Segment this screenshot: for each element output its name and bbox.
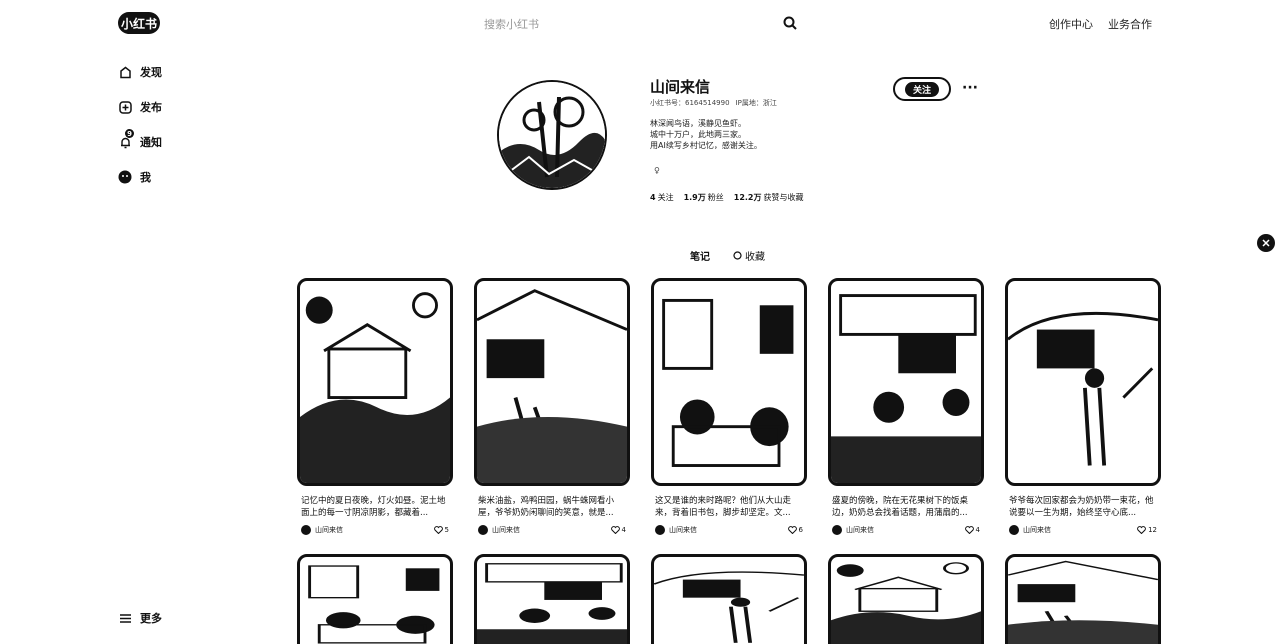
tab-notes[interactable]: 笔记 <box>690 248 710 263</box>
sidebar-item-notify[interactable]: 9 通知 <box>118 129 162 150</box>
like-button[interactable]: 4 <box>964 526 980 534</box>
note-author[interactable]: 山间来信 <box>301 525 343 535</box>
search-icon[interactable] <box>782 15 798 31</box>
sidebar-more-label: 更多 <box>140 612 162 625</box>
avatar-icon <box>118 170 132 184</box>
sidebar-item-publish[interactable]: 发布 <box>118 99 162 115</box>
note-card[interactable] <box>1005 554 1161 644</box>
plus-icon <box>118 100 132 114</box>
bio-line: 城中十万户，此地两三家。 <box>650 130 746 139</box>
author-avatar <box>301 525 311 535</box>
sidebar-item-label: 发布 <box>140 101 162 114</box>
sidebar-item-me[interactable]: 我 <box>118 169 151 185</box>
sidebar-item-discover[interactable]: 发现 <box>118 64 162 80</box>
profile-name: 山间来信 <box>650 78 711 96</box>
note-card[interactable] <box>651 554 807 644</box>
note-cover[interactable] <box>474 554 630 644</box>
heart-icon <box>433 526 443 534</box>
heart-icon <box>1137 526 1146 534</box>
note-cover[interactable] <box>297 554 453 644</box>
stat-following[interactable]: 4 关注 <box>650 192 674 203</box>
sidebar-item-label: 通知 <box>140 136 162 149</box>
search-box[interactable]: 搜索小红书 <box>466 8 806 38</box>
note-author[interactable]: 山间来信 <box>655 525 697 535</box>
bell-icon: 9 <box>118 129 134 149</box>
note-cover[interactable] <box>474 278 630 486</box>
note-card[interactable] <box>297 554 453 644</box>
stat-fans[interactable]: 1.9万 粉丝 <box>684 192 724 203</box>
search-placeholder[interactable]: 搜索小红书 <box>484 16 539 32</box>
like-button[interactable]: 6 <box>787 526 803 534</box>
author-avatar <box>1009 525 1019 535</box>
note-cover[interactable] <box>651 278 807 486</box>
discover-icon <box>118 65 132 79</box>
sidebar-more[interactable]: 更多 <box>118 610 162 626</box>
like-button[interactable]: 5 <box>433 526 449 534</box>
logo[interactable]: 小红书 <box>118 12 160 34</box>
sidebar-item-label: 发现 <box>140 66 162 79</box>
tab-collect[interactable]: 收藏 <box>733 248 765 263</box>
lock-icon <box>733 251 742 260</box>
note-cover[interactable] <box>828 278 984 486</box>
profile-meta: 小红书号：6164514990 IP属地：浙江 <box>650 98 777 108</box>
note-title[interactable]: 爷爷每次回家都会为奶奶带一束花，他说要以一生为期，始终坚守心底... <box>1005 495 1161 519</box>
profile-id: 小红书号：6164514990 <box>650 99 730 107</box>
note-cover[interactable] <box>828 554 984 644</box>
note-cover[interactable] <box>297 278 453 486</box>
note-title[interactable]: 柴米油盐，鸡鸭田园，蜗牛蛛网看小屋，爷爷奶奶闲聊间的笑意，就是... <box>474 495 630 519</box>
note-cover[interactable] <box>651 554 807 644</box>
like-button[interactable]: 12 <box>1137 526 1157 534</box>
more-options-button[interactable]: ··· <box>962 80 978 96</box>
notification-badge: 9 <box>125 129 134 138</box>
note-author[interactable]: 山间来信 <box>478 525 520 535</box>
author-avatar <box>478 525 488 535</box>
note-title[interactable]: 这又是谁的来时路呢？他们从大山走来，背着旧书包，脚步却坚定。文... <box>651 495 807 519</box>
gender-icon: ♀ <box>654 166 660 175</box>
profile-ip: IP属地：浙江 <box>735 99 777 107</box>
note-author[interactable]: 山间来信 <box>1009 525 1051 535</box>
note-card[interactable]: 这又是谁的来时路呢？他们从大山走来，背着旧书包，脚步却坚定。文... 山间来信 6 <box>651 278 807 535</box>
feedback-icon[interactable] <box>1257 234 1275 252</box>
note-title[interactable]: 盛夏的傍晚，院在无花果树下的饭桌边，奶奶总会找着话题，用蒲扇的... <box>828 495 984 519</box>
menu-icon <box>118 611 132 625</box>
note-cover[interactable] <box>1005 554 1161 644</box>
note-card[interactable] <box>474 554 630 644</box>
profile-bio: 林深闻鸟语，溪静见鱼虾。 城中十万户，此地两三家。 用AI续写乡村记忆，感谢关注… <box>650 118 762 151</box>
nav-creator-center[interactable]: 创作中心 <box>1049 16 1093 32</box>
like-button[interactable]: 4 <box>610 526 626 534</box>
bio-line: 林深闻鸟语，溪静见鱼虾。 <box>650 119 746 128</box>
note-card[interactable]: 盛夏的傍晚，院在无花果树下的饭桌边，奶奶总会找着话题，用蒲扇的... 山间来信 4 <box>828 278 984 535</box>
bio-line: 用AI续写乡村记忆，感谢关注。 <box>650 141 762 150</box>
note-cover[interactable] <box>1005 278 1161 486</box>
stat-likes: 12.2万 获赞与收藏 <box>733 193 804 202</box>
heart-icon <box>610 526 620 534</box>
note-author[interactable]: 山间来信 <box>832 525 874 535</box>
nav-business[interactable]: 业务合作 <box>1108 16 1152 32</box>
sidebar-item-label: 我 <box>140 171 151 184</box>
follow-button[interactable]: 关注 <box>893 77 951 101</box>
note-card[interactable]: 爷爷每次回家都会为奶奶带一束花，他说要以一生为期，始终坚守心底... 山间来信 12 <box>1005 278 1161 535</box>
author-avatar <box>832 525 842 535</box>
heart-icon <box>787 526 797 534</box>
note-card[interactable]: 柴米油盐，鸡鸭田园，蜗牛蛛网看小屋，爷爷奶奶闲聊间的笑意，就是... 山间来信 4 <box>474 278 630 535</box>
heart-icon <box>964 526 974 534</box>
note-card[interactable]: 记忆中的夏日夜晚，灯火如昼。泥土地面上的每一寸阴凉阴影，都藏着... 山间来信 5 <box>297 278 453 535</box>
profile-stats: 4 关注 1.9万 粉丝 12.2万 获赞与收藏 <box>650 192 804 203</box>
profile-avatar <box>497 80 607 190</box>
note-card[interactable] <box>828 554 984 644</box>
author-avatar <box>655 525 665 535</box>
note-title[interactable]: 记忆中的夏日夜晚，灯火如昼。泥土地面上的每一寸阴凉阴影，都藏着... <box>297 495 453 519</box>
